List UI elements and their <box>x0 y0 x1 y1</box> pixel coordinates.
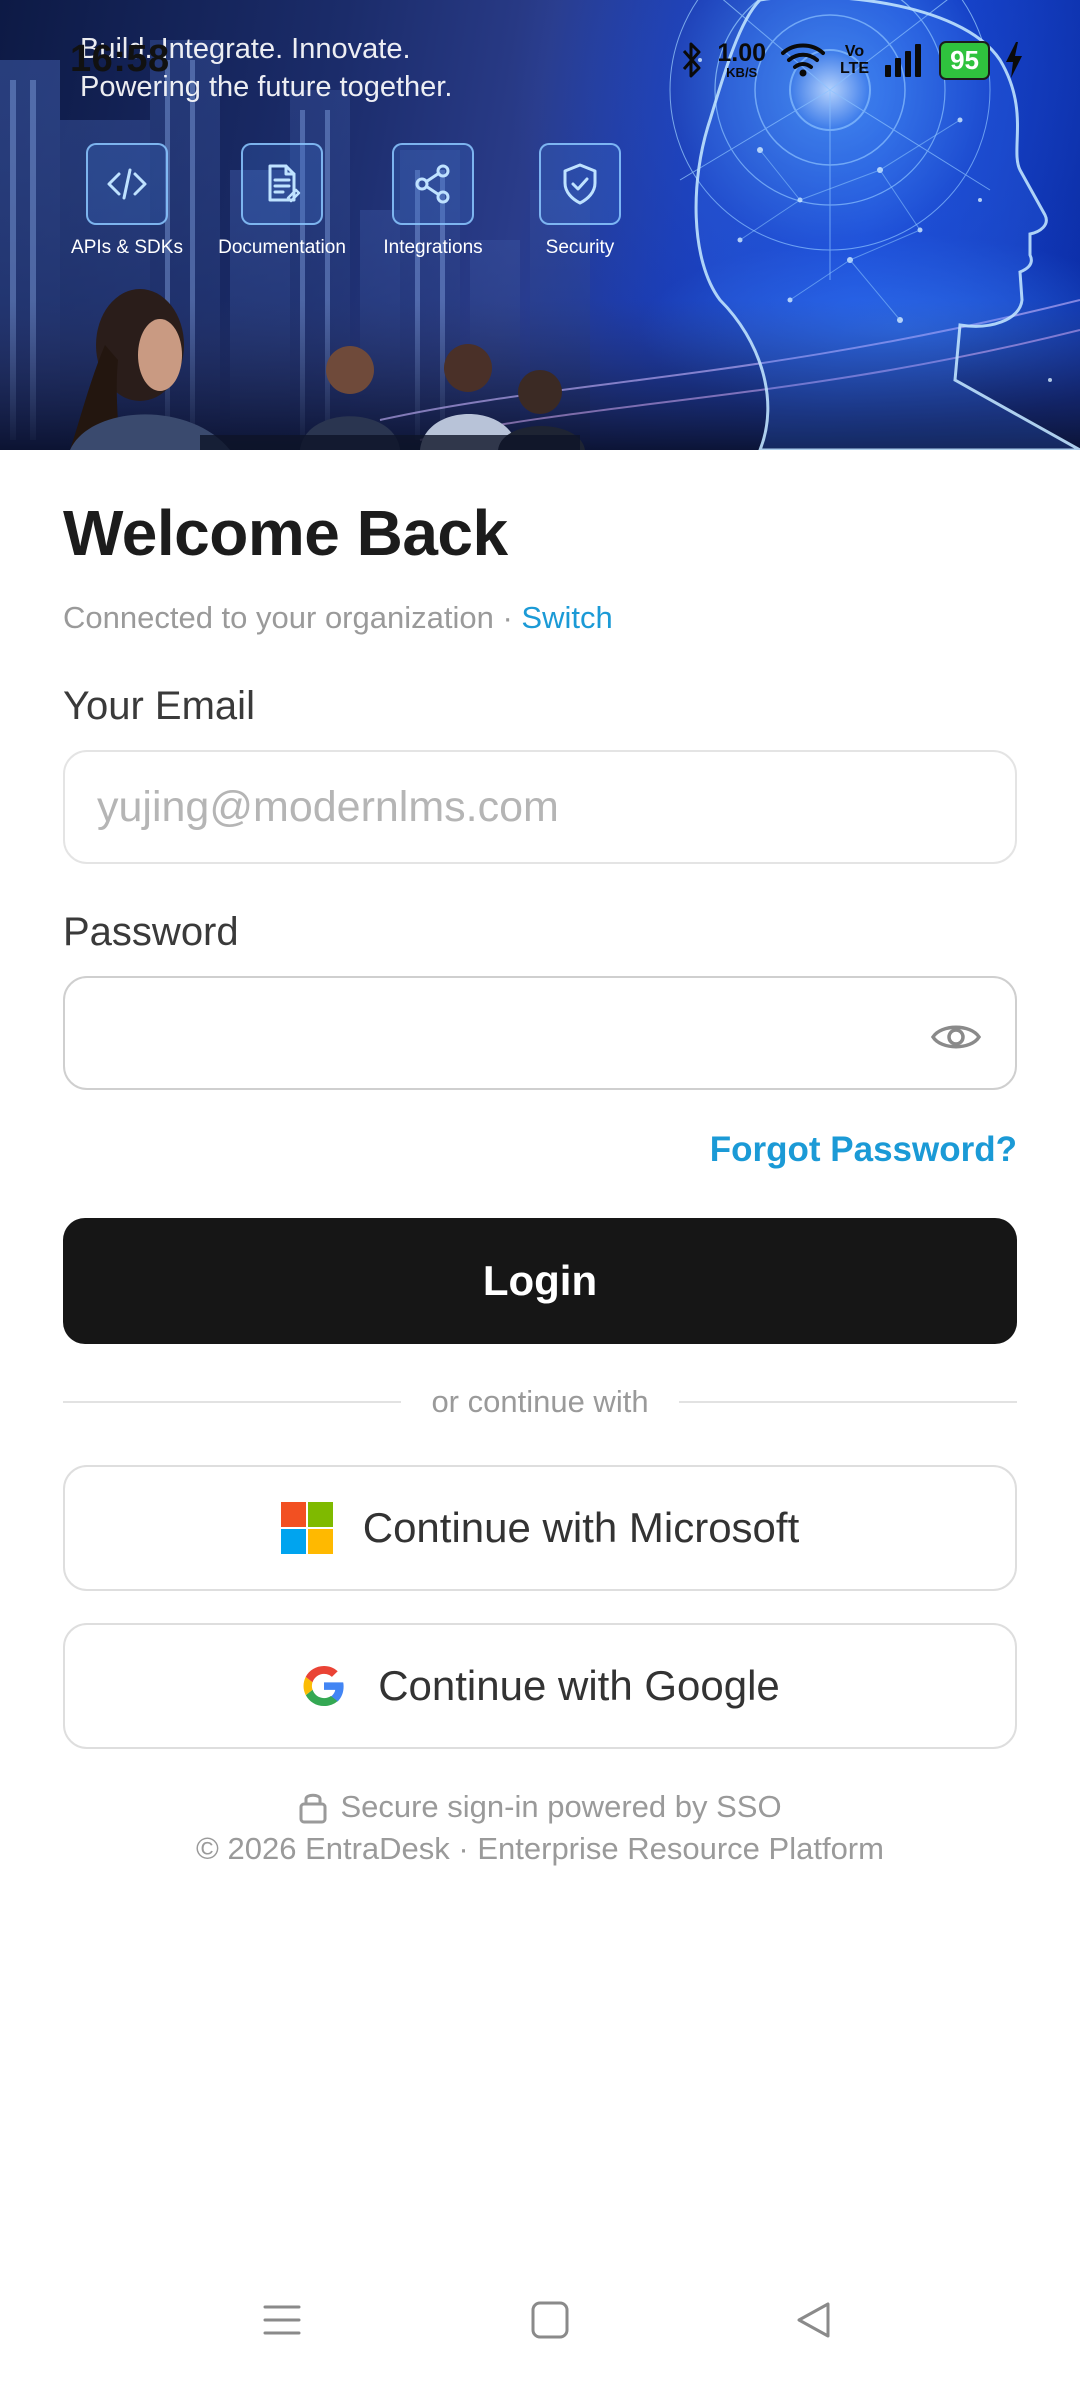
feature-apis-sdks: APIs & SDKs <box>52 143 202 259</box>
wifi-icon <box>781 43 826 77</box>
feature-label: Integrations <box>383 237 483 258</box>
email-field[interactable] <box>63 750 1017 864</box>
email-label: Your Email <box>63 684 255 728</box>
google-button-label: Continue with Google <box>378 1662 780 1709</box>
menu-icon[interactable] <box>262 2300 302 2340</box>
page-title: Welcome Back <box>63 497 508 569</box>
feature-label: Documentation <box>218 237 346 258</box>
subtitle-text: Connected to your organization · <box>63 600 522 635</box>
microsoft-logo-icon <box>280 1502 333 1554</box>
volte-bottom: LTE <box>840 60 870 77</box>
divider-line-left <box>63 1401 402 1403</box>
network-speed-value: 1.00 <box>717 39 767 67</box>
home-square-icon[interactable] <box>530 2300 570 2340</box>
divider-line-right <box>678 1401 1017 1403</box>
share-icon <box>392 143 474 225</box>
feature-documentation: Documentation <box>207 143 357 259</box>
continue-with-microsoft-button[interactable]: Continue with Microsoft <box>63 1465 1017 1591</box>
switch-organization-link[interactable]: Switch <box>521 600 612 635</box>
system-navigation-bar <box>0 2290 1080 2360</box>
back-triangle-icon[interactable] <box>794 2300 834 2340</box>
status-icons: 1.00 KB/S Vo LTE 95 <box>681 40 1024 80</box>
forgot-password-link[interactable]: Forgot Password? <box>710 1130 1017 1170</box>
secure-signin-row: Secure sign-in powered by SSO <box>63 1786 1017 1828</box>
signal-icon <box>885 44 922 77</box>
feature-integrations: Integrations <box>358 143 508 259</box>
battery-level: 95 <box>939 40 990 80</box>
or-continue-divider: or continue with <box>63 1382 1017 1422</box>
organization-subtitle: Connected to your organization · Switch <box>63 600 613 636</box>
login-button[interactable]: Login <box>63 1218 1017 1344</box>
volte-indicator: Vo LTE <box>840 43 869 77</box>
microsoft-button-label: Continue with Microsoft <box>362 1504 800 1551</box>
continue-with-google-button[interactable]: Continue with Google <box>63 1623 1017 1749</box>
divider-text: or continue with <box>431 1384 649 1419</box>
show-password-eye-icon[interactable] <box>929 1010 983 1064</box>
charging-icon <box>1006 42 1022 78</box>
code-icon <box>86 143 168 225</box>
lock-icon <box>299 1793 327 1824</box>
feature-label: Security <box>545 237 615 258</box>
feature-label: APIs & SDKs <box>71 237 183 258</box>
bluetooth-icon <box>683 42 701 78</box>
feature-security: Security <box>505 143 655 259</box>
password-field[interactable] <box>63 976 1017 1090</box>
shield-check-icon <box>539 143 621 225</box>
google-logo-icon <box>303 1666 344 1706</box>
footer: Secure sign-in powered by SSO © 2026 Ent… <box>63 1786 1017 1870</box>
copyright-text: © 2026 EntraDesk · Enterprise Resource P… <box>196 1831 884 1866</box>
secure-signin-text: Secure sign-in powered by SSO <box>340 1789 782 1824</box>
status-time: 16:58 <box>70 38 170 80</box>
network-speed: 1.00 KB/S <box>717 39 767 80</box>
document-icon <box>241 143 323 225</box>
status-bar: 16:58 1.00 KB/S Vo LTE 95 <box>0 0 1080 120</box>
network-speed-unit: KB/S <box>726 65 758 80</box>
volte-top: Vo <box>844 43 865 60</box>
password-label: Password <box>63 910 239 954</box>
